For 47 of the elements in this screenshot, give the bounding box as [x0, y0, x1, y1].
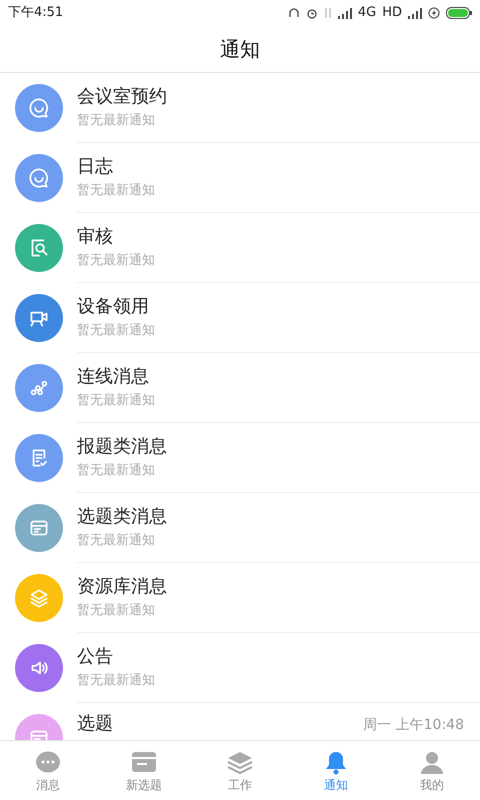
notification-item[interactable]: 资源库消息 暂无最新通知	[0, 563, 480, 633]
item-title: 会议室预约	[77, 84, 168, 108]
item-subtitle: 暂无最新通知	[77, 392, 156, 410]
item-title: 连线消息	[77, 364, 150, 388]
notification-item[interactable]: 会议室预约 暂无最新通知	[0, 73, 480, 143]
person-icon	[419, 750, 445, 774]
item-subtitle: 暂无最新通知	[77, 462, 156, 480]
card-icon	[131, 750, 157, 774]
hd-label: HD	[382, 4, 402, 22]
alarm-icon	[306, 7, 318, 19]
bell-icon	[323, 750, 349, 774]
item-subtitle: 暂无最新通知	[77, 252, 156, 270]
network-type: 4G	[358, 4, 376, 22]
signal-icon	[338, 8, 352, 18]
notification-item[interactable]: 日志 暂无最新通知	[0, 143, 480, 213]
item-time: 周一 上午10:48	[363, 716, 464, 735]
notification-item[interactable]: 选题类消息 暂无最新通知	[0, 493, 480, 563]
item-subtitle: 暂无最新通知	[77, 672, 156, 690]
tab-bar-item[interactable]: 工作	[192, 741, 288, 800]
notification-item[interactable]: 设备领用 暂无最新通知	[0, 283, 480, 353]
item-title: 资源库消息	[77, 574, 168, 598]
notification-item[interactable]: 连线消息 暂无最新通知	[0, 353, 480, 423]
item-subtitle: 暂无最新通知	[77, 182, 156, 200]
notification-item[interactable]: 审核 暂无最新通知	[0, 213, 480, 283]
chat-bubble-icon	[35, 750, 61, 774]
item-title: 选题	[77, 712, 114, 736]
layers-icon	[227, 750, 253, 774]
item-title: 报题类消息	[77, 434, 168, 458]
item-title: 公告	[77, 644, 114, 668]
item-subtitle: 暂无最新通知	[77, 532, 156, 550]
tab-bar-item[interactable]: 消息	[0, 741, 96, 800]
item-title: 选题类消息	[77, 504, 168, 528]
item-title: 审核	[77, 224, 114, 248]
tab-bar-item[interactable]: 我的	[384, 741, 480, 800]
notification-item[interactable]: 报题类消息 暂无最新通知	[0, 423, 480, 493]
item-subtitle: 暂无最新通知	[77, 112, 156, 130]
notification-item[interactable]: 公告 暂无最新通知	[0, 633, 480, 703]
item-title: 日志	[77, 154, 114, 178]
item-subtitle: 暂无最新通知	[77, 602, 156, 620]
signal-icon	[408, 8, 422, 18]
charging-icon	[428, 7, 440, 19]
status-time: 下午4:51	[8, 4, 64, 22]
battery-icon	[446, 7, 472, 19]
item-title: 设备领用	[77, 294, 150, 318]
page-title: 通知	[220, 36, 260, 63]
tab-bar-item[interactable]: 新选题	[96, 741, 192, 800]
item-subtitle: 暂无最新通知	[77, 322, 156, 340]
